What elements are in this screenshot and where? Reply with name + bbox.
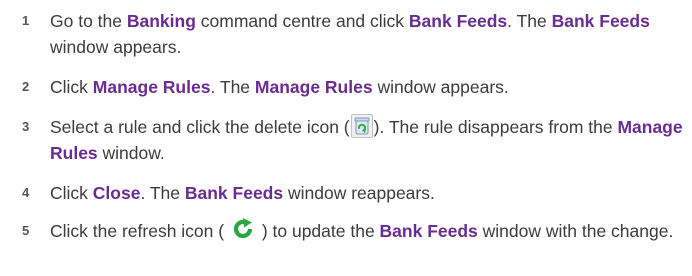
manage-rules-term: Manage Rules	[92, 77, 211, 97]
step-number: 3	[22, 119, 30, 134]
refresh-icon	[231, 217, 255, 241]
step-number: 1	[22, 13, 30, 28]
banking-term: Banking	[126, 11, 196, 31]
delete-icon	[350, 114, 373, 139]
step-number: 5	[22, 223, 30, 238]
step-text: Click the refresh icon ( ) to update the…	[50, 218, 684, 244]
step-number: 2	[22, 79, 30, 94]
step-number: 4	[22, 185, 30, 200]
manage-rules-term: Manage Rules	[254, 77, 373, 97]
bank-feeds-term: Bank Feeds	[408, 11, 508, 31]
bank-feeds-term: Bank Feeds	[184, 183, 284, 203]
step-text: Go to the Banking command centre and cli…	[50, 11, 650, 57]
step-text: Click Manage Rules. The Manage Rules win…	[50, 77, 509, 97]
step-text: Select a rule and click the delete icon …	[50, 114, 684, 166]
step-text: Click Close. The Bank Feeds window reapp…	[50, 183, 435, 203]
bank-feeds-term: Bank Feeds	[379, 221, 478, 241]
close-term: Close	[92, 183, 141, 203]
instruction-steps: 1 Go to the Banking command centre and c…	[0, 0, 692, 276]
bank-feeds-term: Bank Feeds	[551, 11, 650, 31]
